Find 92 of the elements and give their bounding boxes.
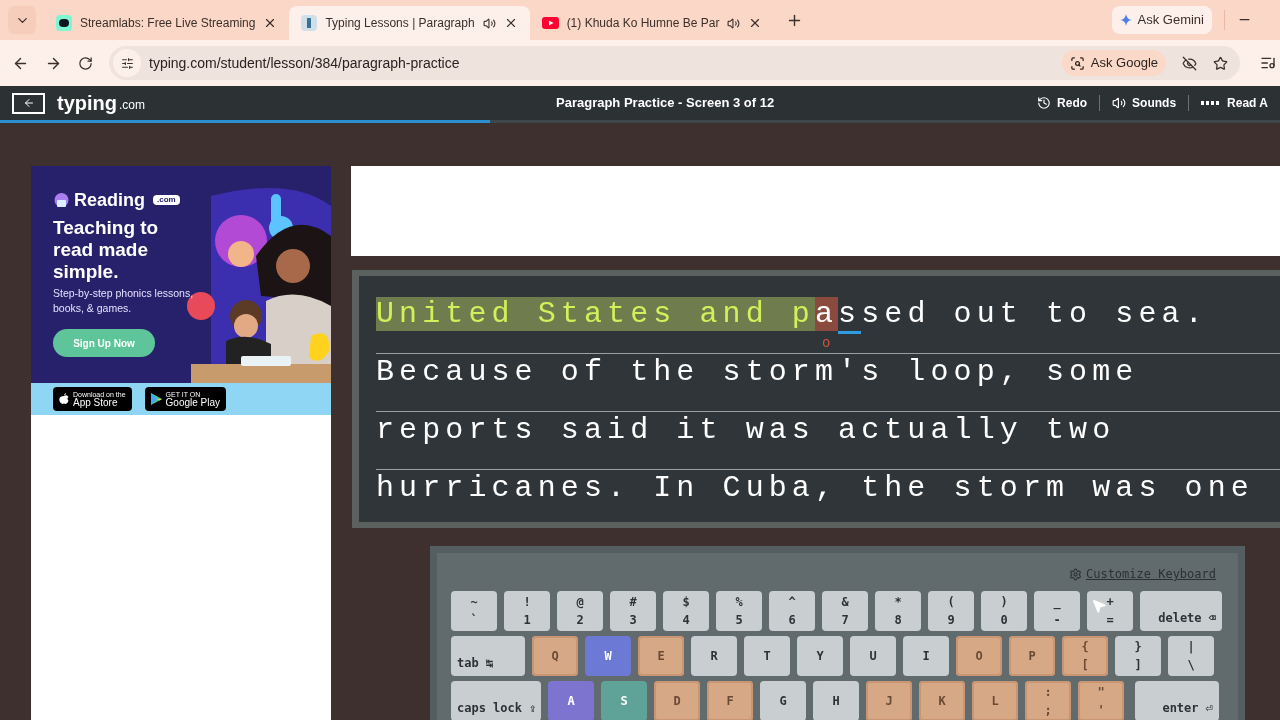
brand-badge: .com [153,195,180,205]
symbol-key[interactable]: _ - [1034,591,1080,631]
apple-icon [59,393,69,405]
sparkle-icon [1119,14,1132,26]
symbol-key[interactable]: { [ [1062,636,1108,676]
untyped-text: sed out to sea. [861,297,1208,331]
star-icon[interactable] [1213,55,1228,71]
symbol-key[interactable]: ) 0 [981,591,1027,631]
browser-tab[interactable]: Streamlabs: Free Live Streaming [44,6,290,40]
badge-title: Google Play [165,397,221,408]
letter-key[interactable]: R [691,636,737,676]
dots-icon [1201,100,1222,106]
mouse-pointer-icon [1091,598,1107,614]
badge-title: App Store [73,397,118,408]
gemini-button[interactable]: Ask Gemini [1111,6,1212,34]
url-text: typing.com/student/lesson/384/paragraph-practice [149,53,460,73]
letter-key[interactable]: I [903,636,949,676]
media-icon[interactable] [1260,55,1276,71]
symbol-key[interactable]: | \ [1168,636,1214,676]
speaker-icon[interactable] [727,16,741,30]
wrong-key-text: o [821,336,831,350]
symbol-key[interactable]: ~ ` [451,591,497,631]
letter-key[interactable]: W [585,636,631,676]
tab-title: (1) Khuda Ko Humne Be Par [566,15,720,32]
symbol-key[interactable]: $ 4 [663,591,709,631]
enter-key[interactable]: enter ⏎ [1135,681,1219,720]
back-button[interactable] [12,92,45,114]
symbol-key[interactable]: ^ 6 [769,591,815,631]
tab-title: Typing Lessons | Paragraph [325,15,475,32]
reload-icon[interactable] [78,55,93,71]
symbol-key[interactable]: @ 2 [557,591,603,631]
typed-text: United States and p [376,297,815,331]
browser-tab[interactable]: Typing Lessons | Paragraph [289,6,530,40]
back-arrow-icon [22,97,35,109]
symbol-key[interactable]: # 3 [610,591,656,631]
history-icon [1037,96,1052,110]
ad-subtitle: Step-by-step phonics lessons, books, & games. [53,286,195,316]
tab-key[interactable]: tab ↹ [451,636,525,676]
letter-key[interactable]: Q [532,636,578,676]
symbol-key[interactable]: & 7 [822,591,868,631]
caps-lock-key[interactable]: caps lock ⇪ [451,681,541,720]
symbol-key[interactable]: : ; [1025,681,1071,720]
mistyped-letter: a [814,297,839,331]
typing-favicon-icon [301,15,318,31]
letter-key[interactable]: H [813,681,859,720]
ask-google-button[interactable]: Ask Google [1061,50,1166,76]
symbol-key[interactable]: } ] [1115,636,1161,676]
symbol-key[interactable]: ! 1 [504,591,550,631]
symbol-key[interactable]: ( 9 [928,591,974,631]
letter-key[interactable]: P [1009,636,1055,676]
letter-key[interactable]: E [638,636,684,676]
current-letter: s [838,297,862,334]
letter-key[interactable]: Y [797,636,843,676]
symbol-key[interactable]: " ' [1078,681,1124,720]
untyped-text: reports said it was actually two [376,413,1116,447]
browser-tab[interactable]: (1) Khuda Ko Humne Be Par [529,6,775,40]
lens-icon [1069,55,1085,71]
letter-key[interactable]: A [548,681,594,720]
speaker-icon[interactable] [482,16,496,30]
symbol-key[interactable]: + = [1087,591,1133,631]
letter-key[interactable]: L [972,681,1018,720]
mascot-icon [53,191,70,209]
letter-key[interactable]: D [654,681,700,720]
letter-key[interactable]: G [760,681,806,720]
letter-key[interactable]: O [956,636,1002,676]
logo-suffix: .com [119,97,145,114]
letter-key[interactable]: F [707,681,753,720]
streamlabs-icon [56,15,72,31]
eye-off-icon[interactable] [1182,55,1197,71]
brand-name: Reading [74,191,145,209]
letter-key[interactable]: J [866,681,912,720]
header-action-button[interactable]: Sounds [1100,94,1189,112]
header-action-button[interactable]: Read A [1189,94,1280,112]
untyped-text: hurricanes. In Cuba, the storm was one [376,471,1254,505]
letter-key[interactable]: T [744,636,790,676]
play-icon [541,17,559,29]
address-bar[interactable]: typing.com/student/lesson/384/paragraph-practice Ask Google [109,46,1240,80]
symbol-key[interactable]: * 8 [875,591,921,631]
tab-title: Streamlabs: Free Live Streaming [80,15,256,32]
letter-key[interactable]: K [919,681,965,720]
ad-headline: Teaching to read made simple. [53,217,160,283]
gear-icon [1068,567,1082,581]
untyped-text: Because of the storm's loop, some [376,355,1139,389]
symbol-key[interactable]: % 5 [716,591,762,631]
letter-key[interactable]: U [850,636,896,676]
site-settings-icon[interactable] [120,56,134,70]
play-store-icon [150,393,162,405]
logo-text: typing [57,93,117,113]
speaker-icon [1112,96,1127,110]
header-action-button[interactable]: Redo [1025,94,1100,112]
page-title: Paragraph Practice - Screen 3 of 12 [556,94,775,113]
delete-key[interactable]: delete ⌫ [1140,591,1222,631]
